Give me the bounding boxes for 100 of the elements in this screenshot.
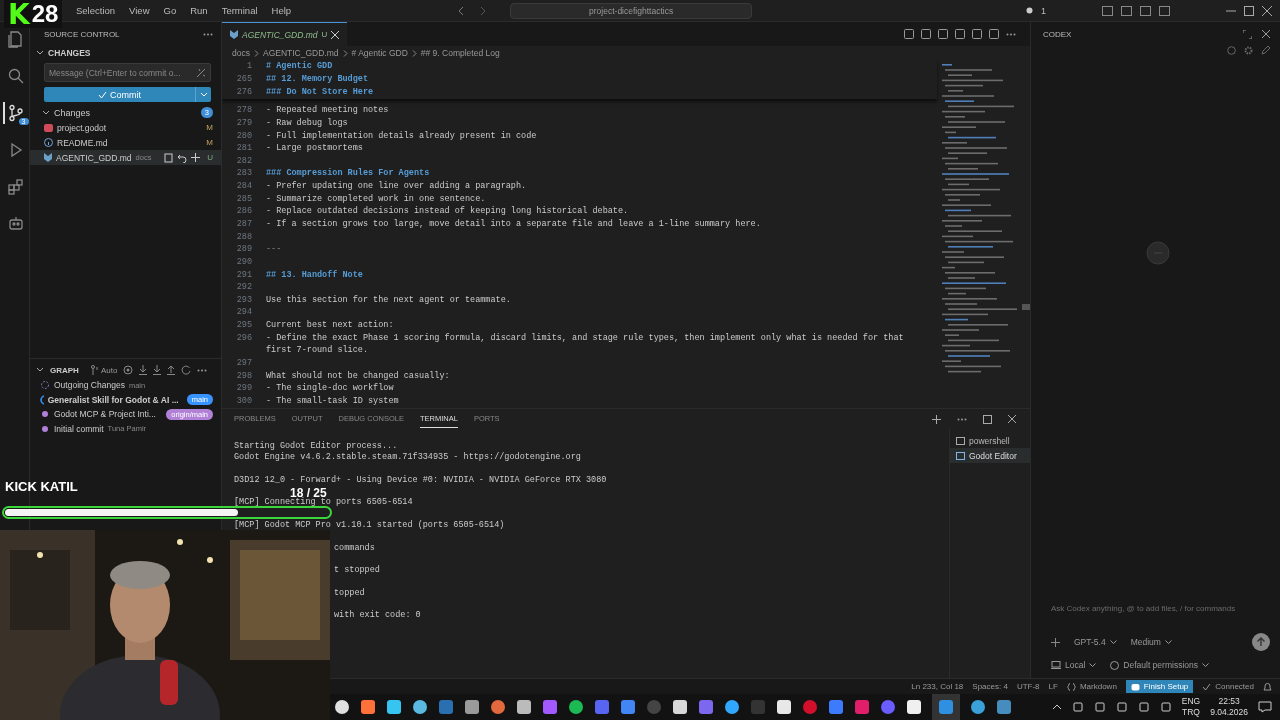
command-center[interactable]: project-dicefighttactics [510, 2, 753, 19]
dropdown-button[interactable] [195, 87, 211, 102]
status-item[interactable]: Spaces: 4 [972, 682, 1008, 691]
chevron-icon[interactable] [42, 108, 50, 117]
send-button[interactable] [1252, 633, 1270, 651]
tray-icon[interactable] [1137, 701, 1150, 713]
close-icon[interactable] [1262, 30, 1270, 38]
environment-dropdown[interactable]: Local [1051, 660, 1097, 670]
layout-icon[interactable] [1121, 5, 1132, 16]
commit-message[interactable]: Outgoing Changes [54, 380, 125, 391]
file-item[interactable]: README.md M [30, 135, 221, 150]
close-icon[interactable] [331, 30, 340, 39]
app-icon[interactable] [412, 699, 428, 715]
editor-tab[interactable]: AGENTIC_GDD.md U [222, 21, 348, 47]
status-item[interactable]: LF [1048, 682, 1058, 691]
commit-message[interactable]: Godot MCP & Project Inti... [54, 409, 156, 420]
chevron-icon[interactable] [36, 49, 44, 57]
history-icon[interactable] [1227, 46, 1236, 55]
plus-icon[interactable] [932, 414, 941, 424]
section-title[interactable]: GRAPH [50, 365, 79, 375]
status-item[interactable]: Ln 233, Col 18 [911, 682, 964, 691]
breadcrumb[interactable]: AGENTIC_GDD.md [262, 48, 339, 58]
chevron-icon[interactable] [36, 366, 44, 374]
push-icon[interactable] [167, 365, 176, 375]
section-title[interactable]: CHANGES [48, 48, 91, 58]
app-icon[interactable] [516, 699, 532, 715]
more-icon[interactable] [957, 417, 967, 421]
more-icon[interactable] [1006, 32, 1016, 36]
braces-icon [1066, 682, 1076, 691]
laptop-icon [1051, 661, 1061, 669]
menu-item[interactable]: View [129, 5, 150, 16]
commit-button[interactable]: Commit [44, 87, 195, 102]
scrollbar-thumb[interactable] [1022, 304, 1030, 310]
chevron-icon[interactable] [1051, 704, 1062, 710]
plus-icon[interactable] [191, 153, 201, 162]
breadcrumb[interactable]: ## 9. Completed Log [420, 48, 500, 58]
pull-icon[interactable] [153, 365, 162, 375]
tray-icon[interactable] [1093, 701, 1106, 713]
tray-icon[interactable] [1159, 701, 1172, 713]
group-label[interactable]: Changes [54, 107, 91, 118]
close-icon[interactable] [1262, 5, 1272, 16]
language-indicator[interactable]: TRQ [1182, 707, 1200, 718]
expand-icon[interactable] [1243, 29, 1252, 39]
layout-icon[interactable] [1140, 5, 1151, 16]
app-icon[interactable] [724, 699, 740, 715]
menu-item[interactable]: Terminal [221, 5, 258, 16]
app-icon[interactable] [334, 699, 350, 715]
branch-icon[interactable] [90, 365, 99, 375]
menu-item[interactable]: Selection [76, 5, 116, 16]
undo-icon[interactable] [177, 152, 188, 163]
language-indicator[interactable]: ENG [1181, 696, 1201, 707]
tray-icon[interactable] [1071, 701, 1084, 713]
clock-time[interactable]: 22:53 [1218, 696, 1240, 707]
connection-status[interactable]: Connected [1202, 682, 1254, 691]
status-item[interactable]: UTF-8 [1016, 682, 1040, 691]
menu-item[interactable]: Run [190, 5, 208, 16]
notification-icon[interactable] [1258, 701, 1272, 713]
commit-message[interactable]: Generalist Skill for Godot & AI ... [47, 394, 179, 405]
fetch-icon[interactable] [139, 365, 148, 375]
app-icon[interactable] [464, 699, 480, 715]
model-dropdown[interactable]: GPT-5.4 [1074, 637, 1117, 647]
breadcrumb[interactable]: # Agentic GDD [351, 48, 408, 58]
permissions-dropdown[interactable]: Default permissions [1110, 660, 1209, 670]
menu-item[interactable]: Go [163, 5, 177, 16]
file-item[interactable]: project.godot M [30, 120, 221, 135]
app-icon[interactable] [568, 699, 584, 715]
app-icon[interactable] [970, 699, 986, 715]
clock-date[interactable]: 9.04.2026 [1210, 707, 1248, 718]
terminal-session[interactable]: Godot Editor [950, 448, 1030, 463]
app-icon[interactable] [386, 699, 402, 715]
mode-toggle[interactable]: Auto [100, 365, 118, 375]
plus-icon[interactable] [1051, 637, 1060, 647]
target-icon[interactable] [123, 365, 134, 375]
bell-icon[interactable] [1263, 681, 1272, 692]
commit-message-field[interactable]: Message (Ctrl+Enter to commit o... [44, 63, 211, 82]
app-icon[interactable] [360, 699, 376, 715]
file-type-icon [44, 123, 53, 132]
layout-icon[interactable] [1159, 5, 1170, 16]
terminal-session[interactable]: powershell [950, 433, 1030, 448]
app-icon[interactable] [776, 699, 792, 715]
effort-dropdown[interactable]: Medium [1130, 637, 1172, 647]
open-file-icon[interactable] [164, 152, 174, 163]
app-icon[interactable] [906, 699, 922, 715]
app-icon[interactable] [490, 699, 506, 715]
layout-icon[interactable] [1102, 5, 1113, 16]
tray-icon[interactable] [1115, 701, 1128, 713]
app-icon[interactable] [672, 699, 688, 715]
more-icon[interactable] [197, 368, 208, 372]
close-icon[interactable] [1008, 415, 1016, 423]
maximize-icon[interactable] [1244, 5, 1254, 16]
new-chat-icon[interactable] [1261, 46, 1270, 55]
commit-message[interactable]: Initial commit [54, 423, 104, 434]
maximize-icon[interactable] [983, 414, 992, 424]
language-mode[interactable]: Markdown [1066, 682, 1117, 691]
settings-icon[interactable] [1244, 46, 1253, 55]
menu-item[interactable]: Help [271, 5, 292, 16]
more-icon[interactable] [203, 32, 213, 36]
breadcrumb[interactable]: docs [232, 48, 250, 58]
finish-setup-button[interactable]: Finish Setup [1125, 680, 1194, 693]
refresh-icon[interactable] [181, 365, 192, 375]
